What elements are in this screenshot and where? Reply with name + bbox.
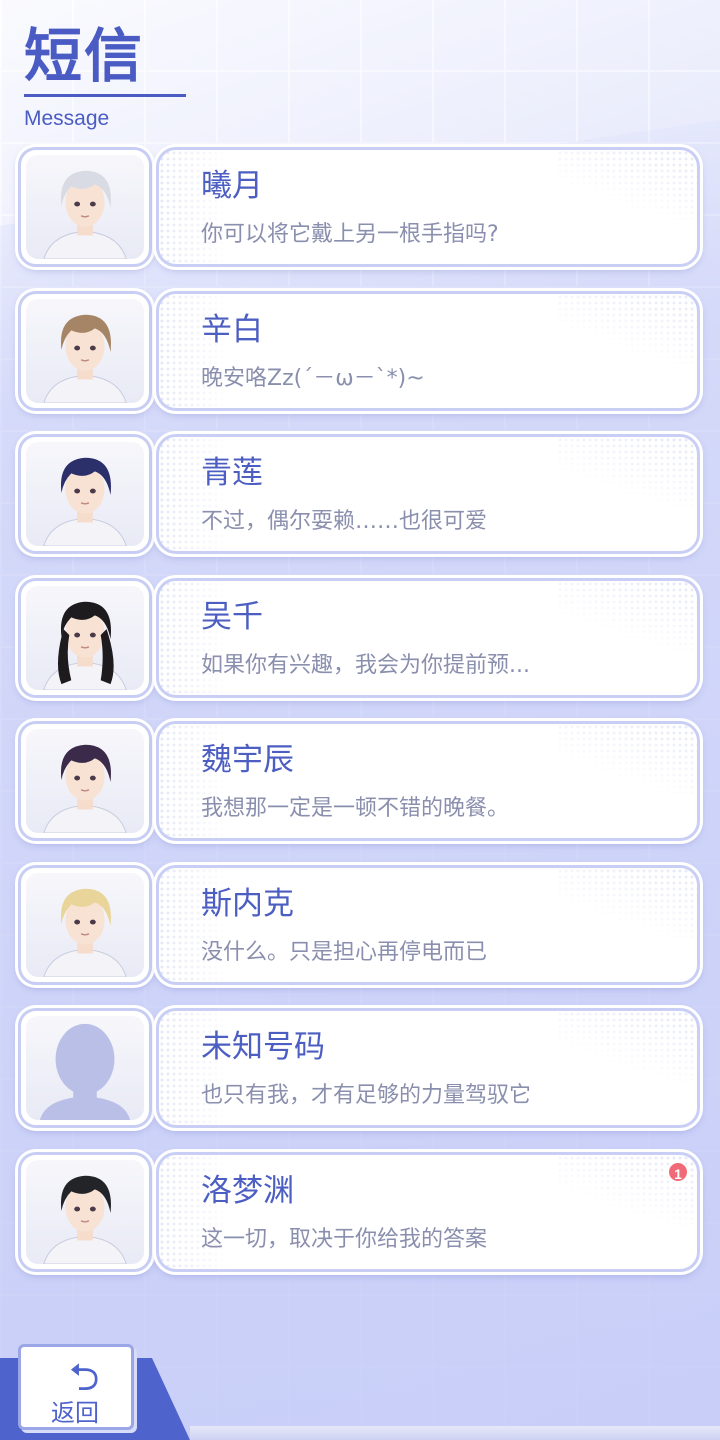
message-preview: 晚安咯Zz(´－ω－`*)~ [201, 365, 425, 391]
message-card[interactable]: 洛梦渊这一切，取决于你给我的答案 1 [156, 1151, 700, 1272]
contact-name: 未知号码 [201, 1029, 325, 1065]
message-preview: 也只有我，才有足够的力量驾驭它 [201, 1083, 532, 1108]
avatar-portrait [43, 457, 127, 546]
page-header: 短信 Message [24, 20, 194, 131]
avatar [26, 442, 144, 546]
contact-name: 曦月 [201, 168, 263, 204]
avatar-frame[interactable] [18, 147, 152, 267]
contact-name: 青莲 [201, 455, 263, 491]
page-title: 短信 [24, 22, 145, 90]
avatar-frame[interactable] [18, 290, 152, 411]
avatar-frame[interactable] [18, 434, 152, 554]
message-preview: 这一切，取决于你给我的答案 [201, 1226, 488, 1252]
avatar [26, 1159, 144, 1264]
message-preview: 不过，偶尔耍赖……也很可爱 [201, 509, 488, 534]
message-card[interactable]: 斯内克没什么。只是担心再停电而已 [156, 864, 700, 985]
message-row[interactable]: 曦月你可以将它戴上另一根手指吗? [18, 147, 702, 291]
message-row[interactable]: 未知号码也只有我，才有足够的力量驾驭它 [18, 1008, 702, 1152]
message-card[interactable]: 辛白晚安咯Zz(´－ω－`*)~ [156, 290, 700, 411]
avatar [26, 872, 144, 977]
message-card[interactable]: 曦月你可以将它戴上另一根手指吗? [156, 147, 700, 267]
avatar-portrait [39, 1023, 131, 1120]
message-row[interactable]: 吴千如果你有兴趣，我会为你提前预... [18, 577, 702, 722]
avatar-frame[interactable] [18, 1151, 152, 1272]
avatar [26, 585, 144, 690]
avatar-frame[interactable] [18, 864, 152, 985]
avatar-portrait [43, 314, 127, 403]
contact-name: 辛白 [201, 311, 263, 348]
message-preview: 我想那一定是一顿不错的晚餐。 [201, 796, 510, 821]
avatar-portrait [43, 744, 127, 833]
avatar-portrait [43, 170, 127, 259]
message-card[interactable]: 魏宇辰我想那一定是一顿不错的晚餐。 [156, 721, 700, 841]
title-underline [24, 94, 186, 97]
message-row[interactable]: 魏宇辰我想那一定是一顿不错的晚餐。 [18, 721, 702, 865]
avatar-portrait [43, 1175, 127, 1264]
bottom-strip [190, 1426, 720, 1440]
message-preview: 如果你有兴趣，我会为你提前预... [201, 652, 530, 678]
back-button-label: 返回 [51, 1399, 99, 1427]
message-row[interactable]: 斯内克没什么。只是担心再停电而已 [18, 864, 702, 1009]
unknown-avatar [26, 1016, 144, 1120]
message-preview: 你可以将它戴上另一根手指吗? [201, 222, 499, 247]
contact-name: 魏宇辰 [201, 742, 294, 778]
message-list: 曦月你可以将它戴上另一根手指吗? 辛白晚安咯Zz(´－ω－`*)~ 青莲不过，偶尔耍… [18, 147, 702, 1295]
avatar-frame[interactable] [18, 1008, 152, 1128]
message-card[interactable]: 未知号码也只有我，才有足够的力量驾驭它 [156, 1008, 700, 1128]
avatar [26, 729, 144, 833]
contact-name: 洛梦渊 [201, 1172, 294, 1209]
page-subtitle: Message [24, 107, 110, 130]
message-row[interactable]: 洛梦渊这一切，取决于你给我的答案 1 [18, 1151, 702, 1296]
return-arrow-icon: ⮌ [69, 1355, 100, 1399]
message-row[interactable]: 青莲不过，偶尔耍赖……也很可爱 [18, 434, 702, 578]
unread-badge: 1 [667, 1160, 689, 1183]
avatar [26, 155, 144, 259]
message-row[interactable]: 辛白晚安咯Zz(´－ω－`*)~ [18, 290, 702, 435]
back-button[interactable]: ⮌ 返回 [0, 1344, 190, 1440]
avatar-portrait [43, 888, 127, 977]
contact-name: 吴千 [201, 598, 263, 635]
back-button-card: ⮌ 返回 [18, 1344, 134, 1430]
avatar-frame[interactable] [18, 577, 152, 698]
contact-name: 斯内克 [201, 885, 294, 922]
avatar-frame[interactable] [18, 721, 152, 841]
message-card[interactable]: 吴千如果你有兴趣，我会为你提前预... [156, 577, 700, 698]
avatar-portrait [43, 601, 127, 690]
message-preview: 没什么。只是担心再停电而已 [201, 939, 488, 965]
message-card[interactable]: 青莲不过，偶尔耍赖……也很可爱 [156, 434, 700, 554]
avatar [26, 298, 144, 403]
